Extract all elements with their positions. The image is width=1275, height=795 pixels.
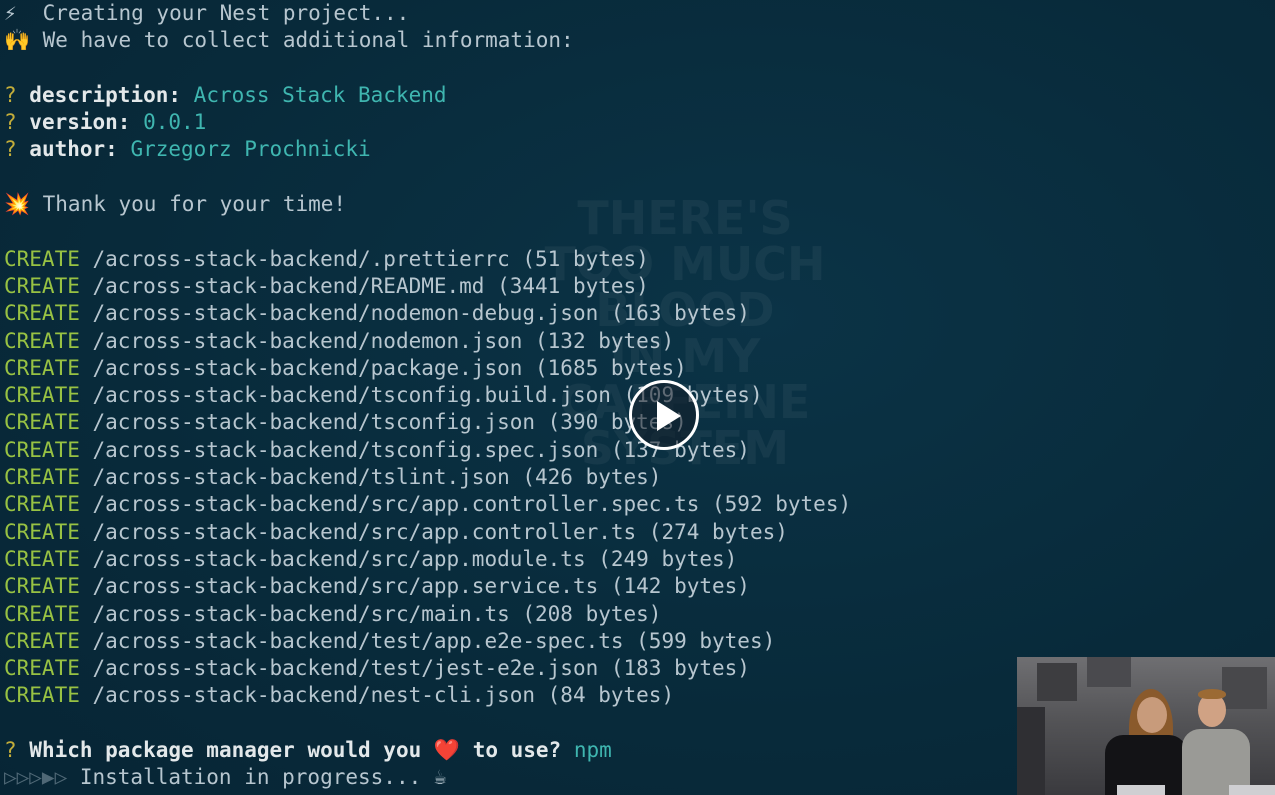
create-line: CREATE /across-stack-backend/src/app.mod… xyxy=(4,546,1275,573)
create-line: CREATE /across-stack-backend/test/app.e2… xyxy=(4,628,1275,655)
create-label: CREATE xyxy=(4,601,80,626)
created-file-path: /across-stack-backend/.prettierrc (51 by… xyxy=(92,246,649,271)
header-line: ⚡ Creating your Nest project... xyxy=(4,0,1275,27)
create-label: CREATE xyxy=(4,492,80,517)
play-icon xyxy=(657,401,681,431)
create-label: CREATE xyxy=(4,328,80,353)
question-line: ? description: Across Stack Backend xyxy=(4,82,447,107)
create-label: CREATE xyxy=(4,628,80,653)
created-file-path: /across-stack-backend/nodemon-debug.json… xyxy=(92,301,750,326)
create-line: CREATE /across-stack-backend/tslint.json… xyxy=(4,464,1275,491)
question-line: ? version: 0.0.1 xyxy=(4,110,207,135)
create-label: CREATE xyxy=(4,465,80,490)
created-file-path: /across-stack-backend/README.md (3441 by… xyxy=(92,273,649,298)
header-line: 🙌 We have to collect additional informat… xyxy=(4,27,1275,54)
lightning-icon: ⚡ xyxy=(4,1,17,25)
create-label: CREATE xyxy=(4,383,80,408)
created-file-path: /across-stack-backend/nest-cli.json (84 … xyxy=(92,683,675,708)
created-file-path: /across-stack-backend/tslint.json (426 b… xyxy=(92,465,662,490)
created-file-path: /across-stack-backend/src/app.service.ts… xyxy=(92,574,750,599)
create-label: CREATE xyxy=(4,246,80,271)
webcam-overlay xyxy=(1017,657,1275,795)
create-label: CREATE xyxy=(4,519,80,544)
create-line: CREATE /across-stack-backend/src/main.ts… xyxy=(4,601,1275,628)
create-label: CREATE xyxy=(4,574,80,599)
created-file-path: /across-stack-backend/package.json (1685… xyxy=(92,355,687,380)
create-line: CREATE /across-stack-backend/README.md (… xyxy=(4,273,1275,300)
create-line: CREATE /across-stack-backend/src/app.con… xyxy=(4,491,1275,518)
create-line: CREATE /across-stack-backend/src/app.ser… xyxy=(4,573,1275,600)
create-label: CREATE xyxy=(4,683,80,708)
thanks-line: 💥 Thank you for your time! xyxy=(4,191,1275,218)
create-label: CREATE xyxy=(4,437,80,462)
create-line: CREATE /across-stack-backend/.prettierrc… xyxy=(4,246,1275,273)
create-label: CREATE xyxy=(4,656,80,681)
create-line: CREATE /across-stack-backend/src/app.con… xyxy=(4,519,1275,546)
collision-icon: 💥 xyxy=(4,192,31,217)
created-file-path: /across-stack-backend/test/app.e2e-spec.… xyxy=(92,628,776,653)
play-button[interactable] xyxy=(629,380,699,450)
created-files-list: CREATE /across-stack-backend/.prettierrc… xyxy=(4,246,1275,710)
create-label: CREATE xyxy=(4,355,80,380)
create-label: CREATE xyxy=(4,273,80,298)
coffee-icon: ☕ xyxy=(433,765,447,790)
create-line: CREATE /across-stack-backend/nodemon-deb… xyxy=(4,300,1275,327)
progress-arrows: ▷▷▷▶▷ xyxy=(4,765,68,790)
question-line: ? author: Grzegorz Prochnicki xyxy=(4,137,371,162)
create-label: CREATE xyxy=(4,301,80,326)
create-label: CREATE xyxy=(4,410,80,435)
created-file-path: /across-stack-backend/test/jest-e2e.json… xyxy=(92,656,750,681)
created-file-path: /across-stack-backend/src/app.controller… xyxy=(92,492,852,517)
create-line: CREATE /across-stack-backend/nodemon.jso… xyxy=(4,328,1275,355)
created-file-path: /across-stack-backend/nodemon.json (132 … xyxy=(92,328,675,353)
raised-hands-icon: 🙌 xyxy=(4,28,31,53)
create-label: CREATE xyxy=(4,546,80,571)
create-line: CREATE /across-stack-backend/package.jso… xyxy=(4,355,1275,382)
created-file-path: /across-stack-backend/src/main.ts (208 b… xyxy=(92,601,662,626)
created-file-path: /across-stack-backend/src/app.module.ts … xyxy=(92,546,738,571)
created-file-path: /across-stack-backend/src/app.controller… xyxy=(92,519,788,544)
heart-icon: ❤️ xyxy=(433,738,461,763)
created-file-path: /across-stack-backend/tsconfig.json (390… xyxy=(92,410,687,435)
